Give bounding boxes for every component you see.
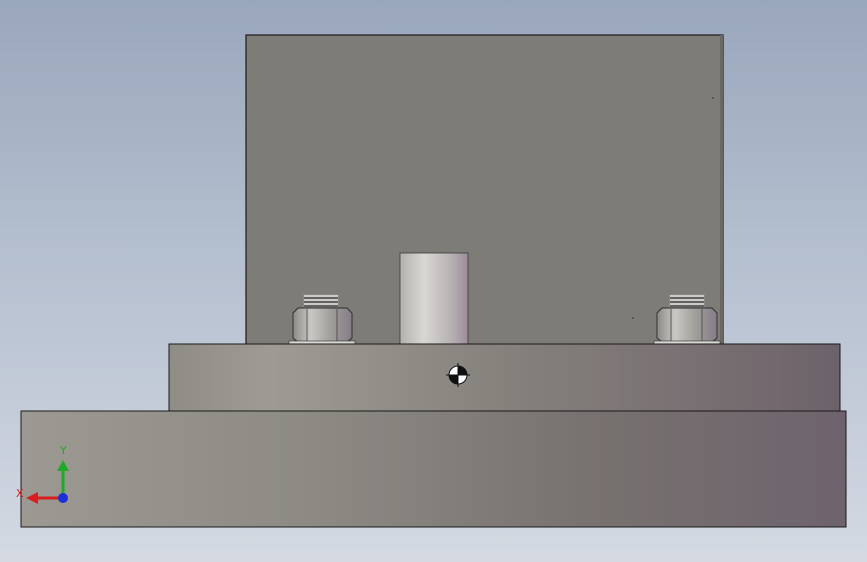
center-pin[interactable] xyxy=(399,252,469,346)
middle-plate[interactable] xyxy=(168,343,841,412)
z-axis-dot xyxy=(58,493,68,503)
model-view[interactable]: Y X xyxy=(0,0,867,562)
base-plate[interactable] xyxy=(20,410,847,528)
x-axis-label: X xyxy=(16,487,24,500)
cad-graphics-viewport[interactable]: Y X xyxy=(0,0,867,562)
y-axis-label: Y xyxy=(59,444,67,457)
